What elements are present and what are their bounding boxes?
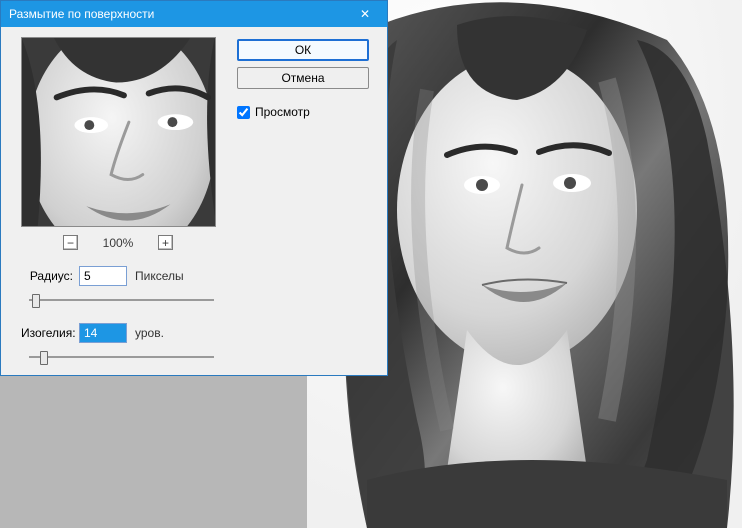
radius-label: Радиус:: [21, 269, 73, 283]
dialog-titlebar[interactable]: Размытие по поверхности ✕: [1, 1, 387, 27]
left-column: − 100% + Радиус: Пикселы И: [13, 37, 223, 363]
ok-button[interactable]: ОК: [237, 39, 369, 61]
threshold-label: Изогелия:: [21, 326, 73, 340]
radius-input[interactable]: [79, 266, 127, 286]
zoom-value: 100%: [100, 236, 136, 250]
threshold-row: Изогелия: уров.: [13, 323, 223, 343]
preview-checkbox[interactable]: [237, 106, 250, 119]
close-button[interactable]: ✕: [343, 1, 387, 27]
slider-thumb[interactable]: [32, 294, 40, 308]
close-icon: ✕: [360, 7, 370, 21]
slider-track: [29, 299, 214, 301]
cancel-button-label: Отмена: [281, 71, 324, 85]
threshold-slider[interactable]: [29, 349, 214, 363]
threshold-input[interactable]: [79, 323, 127, 343]
slider-thumb[interactable]: [40, 351, 48, 365]
minus-icon: −: [67, 237, 74, 249]
zoom-out-button[interactable]: −: [63, 235, 78, 250]
preview-checkbox-label: Просмотр: [255, 105, 310, 119]
ok-button-label: ОК: [295, 43, 311, 57]
zoom-controls: − 100% +: [63, 235, 173, 250]
threshold-unit: уров.: [135, 326, 164, 340]
zoom-in-button[interactable]: +: [158, 235, 173, 250]
plus-icon: +: [162, 237, 169, 249]
workspace-gray-panel: [0, 376, 307, 528]
dialog-title: Размытие по поверхности: [9, 7, 343, 21]
canvas-area: Размытие по поверхности ✕: [0, 0, 742, 528]
radius-unit: Пикселы: [135, 269, 184, 283]
radius-slider[interactable]: [29, 292, 214, 306]
surface-blur-dialog: Размытие по поверхности ✕: [0, 0, 388, 376]
cancel-button[interactable]: Отмена: [237, 67, 369, 89]
slider-track: [29, 356, 214, 358]
right-column: ОК Отмена Просмотр: [237, 37, 369, 363]
preview-checkbox-row[interactable]: Просмотр: [237, 105, 369, 119]
dialog-content: − 100% + Радиус: Пикселы И: [1, 27, 387, 375]
radius-row: Радиус: Пикселы: [13, 266, 223, 286]
preview-thumbnail[interactable]: [21, 37, 216, 227]
